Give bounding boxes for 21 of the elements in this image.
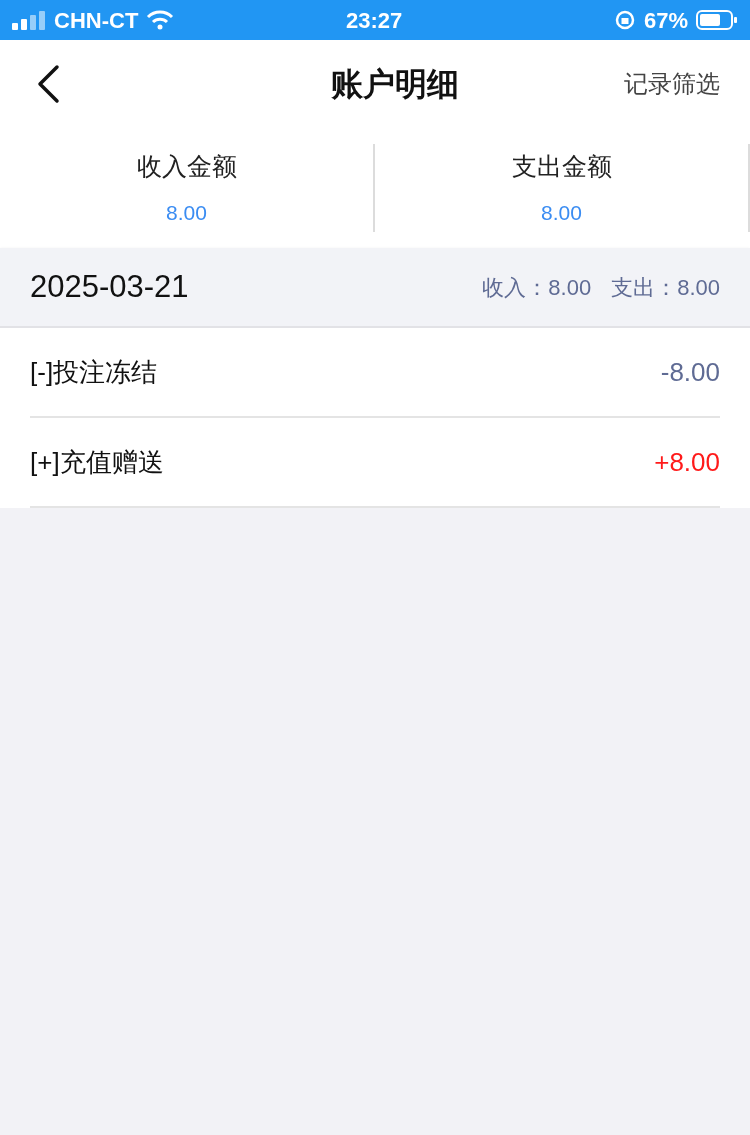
record-title: [-]投注冻结 xyxy=(30,355,159,389)
rotation-lock-icon xyxy=(613,9,636,31)
page-title: 账户明细 xyxy=(330,65,460,104)
date-text: 2025-03-21 xyxy=(30,267,190,306)
summary-amount: 8.00 xyxy=(166,200,207,226)
record-amount: -8.00 xyxy=(660,355,720,389)
carrier-name: CHN-CT xyxy=(54,6,139,35)
battery-percent: 67% xyxy=(643,6,688,35)
record-title: [+]充值赠送 xyxy=(30,445,165,479)
summary-amount: 8.00 xyxy=(541,200,582,226)
clock-time: 23:27 xyxy=(345,6,404,35)
wifi-icon xyxy=(146,10,175,30)
expense-total: 支出：8.00 xyxy=(611,273,720,302)
income-total: 收入：8.00 xyxy=(482,273,592,302)
filter-button[interactable]: 记录筛选 xyxy=(624,66,720,102)
record-amount: +8.00 xyxy=(654,445,720,479)
signal-icon xyxy=(12,10,46,30)
summary-label: 支出金额 xyxy=(511,150,612,182)
summary-label: 收入金额 xyxy=(136,150,237,182)
battery-icon xyxy=(696,9,738,31)
back-icon xyxy=(36,64,60,104)
